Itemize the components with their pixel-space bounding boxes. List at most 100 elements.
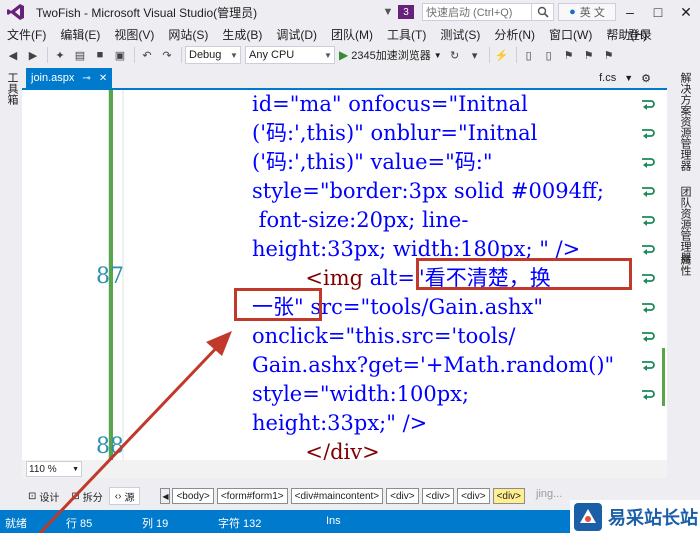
word-wrap-icon — [640, 96, 656, 112]
comment-icon[interactable]: ▯ — [520, 46, 538, 64]
solution-explorer-tab[interactable]: 解决方案资源管理器 — [677, 72, 693, 171]
login-link[interactable]: 登录 — [628, 24, 652, 44]
tab-dropdown-icon[interactable]: ▼ — [624, 73, 633, 83]
prev-bookmark-icon[interactable]: ⚑ — [580, 46, 598, 64]
new-project-icon[interactable]: ✦ — [51, 46, 69, 64]
menu-item[interactable]: 生成(B) — [215, 26, 269, 43]
crumb-prev-button[interactable]: ◀ — [160, 488, 171, 504]
notification-badge[interactable]: 3 — [398, 5, 414, 19]
breadcrumb-tag[interactable]: <div> — [492, 488, 526, 504]
watermark-text: 易采站长站 — [608, 507, 698, 528]
design-view-button[interactable]: ⊡ 设计 — [22, 487, 65, 505]
code-line[interactable]: height:33px; width:180px; " /> — [252, 235, 580, 264]
design-icon: ⊡ — [28, 490, 37, 502]
pin-icon[interactable]: ⊸ — [82, 73, 90, 84]
code-line[interactable]: Gain.ashx?get='+Math.random()" — [252, 351, 614, 380]
toolbox-strip[interactable]: 工具箱 — [0, 68, 22, 508]
solution-config-value: Debug — [189, 49, 222, 61]
code-token: ('码:',this)" — [252, 150, 371, 174]
filter-icon[interactable]: ▼ — [380, 5, 396, 19]
code-token: style= — [252, 179, 320, 203]
menu-item[interactable]: 团队(M) — [324, 26, 380, 43]
code-token: alt= — [369, 266, 416, 290]
minimize-button[interactable]: – — [616, 0, 644, 24]
code-line[interactable]: 一张" src="tools/Gain.ashx" — [252, 293, 543, 322]
uncomment-icon[interactable]: ▯ — [540, 46, 558, 64]
code-token: style= — [252, 382, 320, 406]
search-icon[interactable] — [532, 3, 554, 21]
toolbar-separator — [181, 47, 182, 63]
menu-item[interactable]: 分析(N) — [487, 26, 542, 43]
code-token: font-size:20px; line- — [252, 208, 469, 232]
word-wrap-icon — [640, 183, 656, 199]
properties-tab[interactable]: 属性 — [677, 254, 693, 276]
menu-item[interactable]: 调试(D) — [269, 26, 324, 43]
menu-item[interactable]: 文件(F) — [0, 26, 53, 43]
undo-icon[interactable]: ↶ — [138, 46, 156, 64]
code-token: value= — [370, 150, 446, 174]
dropdown-icon[interactable]: ▾ — [466, 46, 484, 64]
menu-item[interactable]: 网站(S) — [161, 26, 215, 43]
source-view-button[interactable]: ‹› 源 — [108, 487, 141, 505]
code-line[interactable]: height:33px;" /> — [252, 409, 427, 438]
code-line[interactable]: style="width:100px; — [252, 380, 469, 409]
chevron-down-icon: ▼ — [72, 465, 79, 473]
code-line[interactable]: font-size:20px; line- — [252, 206, 469, 235]
save-icon[interactable]: ■ — [91, 46, 109, 64]
ime-indicator[interactable]: ● 英 文 — [558, 3, 616, 21]
refresh-icon[interactable]: ↻ — [446, 46, 464, 64]
code-token: 一张" — [252, 295, 311, 319]
code-line[interactable]: </div> — [252, 438, 379, 460]
code-editor[interactable]: 87 88 id="ma" onfocus="Initnal ('码:',this… — [22, 90, 667, 460]
code-token: onblur= — [370, 121, 458, 145]
quick-launch-input[interactable]: 快速启动 (Ctrl+Q) — [422, 3, 532, 21]
close-icon[interactable]: ✕ — [99, 73, 107, 84]
split-view-button[interactable]: ⊟ 拆分 — [65, 487, 108, 505]
watermark-faint: jing... — [536, 488, 563, 500]
menu-item[interactable]: 测试(S) — [433, 26, 487, 43]
code-line[interactable]: style="border:3px solid #0094ff; — [252, 177, 604, 206]
breadcrumb-tag[interactable]: <div> — [457, 488, 490, 504]
visual-studio-logo-icon — [6, 2, 26, 22]
menu-item[interactable]: 编辑(E) — [53, 26, 107, 43]
zoom-select[interactable]: 110 % ▼ — [26, 461, 82, 477]
open-file-icon[interactable]: ▤ — [71, 46, 89, 64]
bookmark-icon[interactable]: ⚑ — [560, 46, 578, 64]
toolbox-label[interactable]: 工具箱 — [4, 72, 20, 105]
menu-item[interactable]: 窗口(W) — [542, 26, 599, 43]
next-bookmark-icon[interactable]: ⚑ — [600, 46, 618, 64]
word-wrap-icon — [640, 357, 656, 373]
menu-item[interactable]: 视图(V) — [107, 26, 161, 43]
code-line[interactable]: onclick="this.src='tools/ — [252, 322, 515, 351]
maximize-button[interactable]: □ — [644, 0, 672, 24]
team-explorer-tab[interactable]: 团队资源管理器 — [677, 186, 693, 263]
platform-select[interactable]: Any CPU ▼ — [245, 46, 335, 64]
word-wrap-icon — [640, 125, 656, 141]
settings-gear-icon[interactable]: ⚙ — [641, 72, 651, 85]
back-icon[interactable]: ◀ — [4, 46, 22, 64]
tab-f-cs[interactable]: f.cs — [599, 72, 616, 84]
solution-config-select[interactable]: Debug ▼ — [185, 46, 241, 64]
menu-item[interactable]: 工具(T) — [380, 26, 433, 43]
split-icon: ⊟ — [71, 490, 80, 502]
code-line[interactable]: ('码:',this)" onblur="Initnal — [252, 119, 537, 148]
word-wrap-icon — [640, 386, 656, 402]
forward-icon[interactable]: ▶ — [24, 46, 42, 64]
code-line[interactable]: <img alt="看不清楚，换 — [252, 264, 550, 293]
code-line[interactable]: id="ma" onfocus="Initnal — [252, 90, 528, 119]
title-bar: TwoFish - Microsoft Visual Studio(管理员) ▼… — [0, 0, 700, 24]
browser-link-icon[interactable]: ⚡ — [493, 46, 511, 64]
breadcrumb-tag[interactable]: <div> — [386, 488, 419, 504]
breadcrumb-tag[interactable]: <div> — [421, 488, 455, 504]
code-line[interactable]: ('码:',this)" value="码:" — [252, 148, 493, 177]
redo-icon[interactable]: ↷ — [158, 46, 176, 64]
close-button[interactable]: ✕ — [672, 0, 700, 24]
breadcrumb-tag[interactable]: <body> — [172, 488, 214, 504]
save-all-icon[interactable]: ▣ — [111, 46, 129, 64]
zoom-value: 110 % — [29, 463, 57, 475]
code-token: onclick= — [252, 324, 346, 348]
start-debug-button[interactable]: ▶ 2345加速浏览器 ▼ — [339, 47, 442, 63]
breadcrumb-tag[interactable]: <form#form1> — [216, 488, 288, 504]
tab-join-aspx[interactable]: join.aspx ⊸ ✕ — [26, 68, 112, 88]
breadcrumb-tag[interactable]: <div#maincontent> — [290, 488, 384, 504]
